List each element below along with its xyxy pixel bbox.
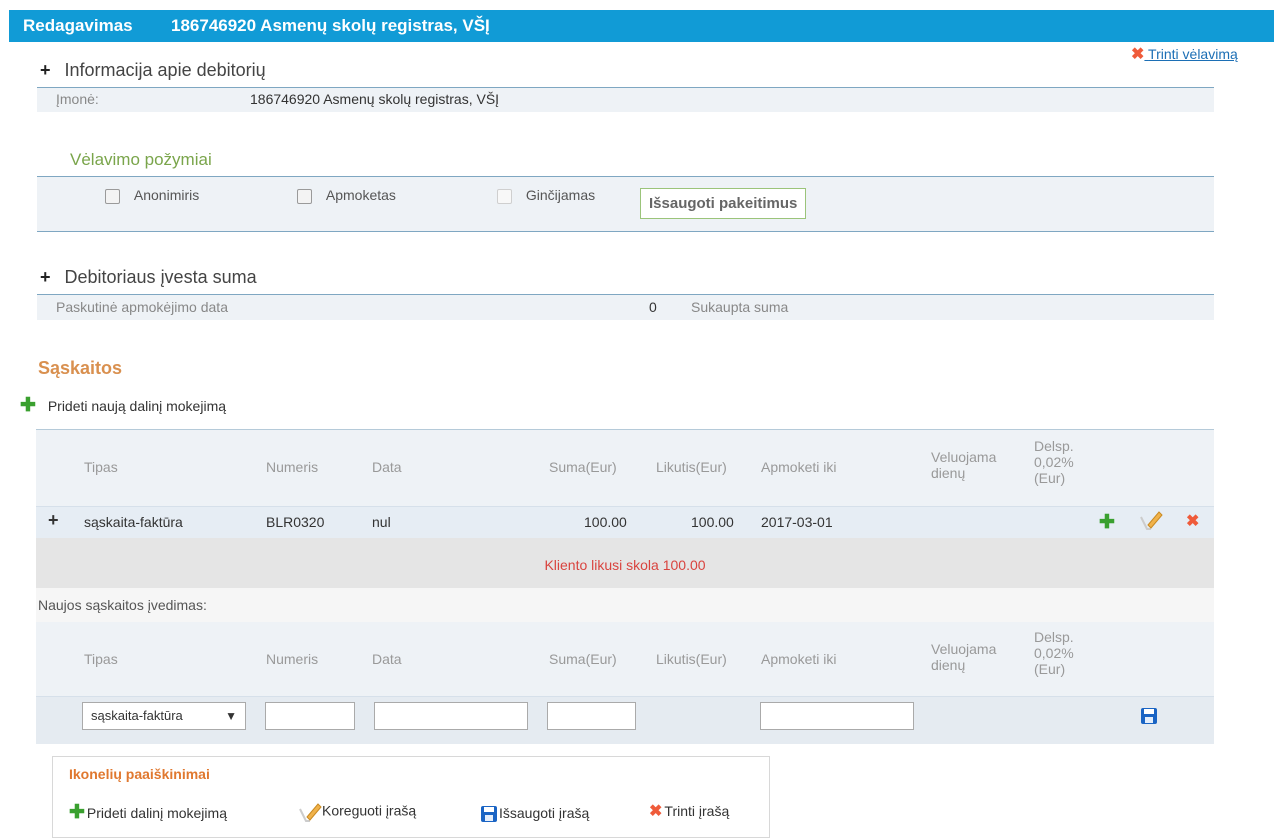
client-debt-text: Kliento likusi skola 100.00 bbox=[544, 557, 706, 573]
new-col-type: Tipas bbox=[84, 651, 118, 667]
new-type-selected: sąskaita-faktūra bbox=[91, 708, 183, 723]
divider bbox=[37, 231, 1214, 232]
legend-title: Ikonelių paaiškinimai bbox=[69, 766, 210, 782]
col-late-days: Veluojama dienų bbox=[931, 449, 996, 481]
legend-edit-label: Koreguoti įrašą bbox=[322, 802, 417, 819]
new-col-number: Numeris bbox=[266, 651, 319, 667]
new-col-pay-by: Apmoketi iki bbox=[761, 651, 837, 667]
legend-edit: Koreguoti įrašą bbox=[298, 801, 416, 823]
col-late-days-line2: dienų bbox=[931, 465, 966, 481]
new-col-late-days: Veluojama dienų bbox=[931, 641, 996, 673]
add-icon: ✚ bbox=[69, 802, 85, 823]
col-delay-line3: (Eur) bbox=[1034, 470, 1066, 486]
edit-mode-label: Redagavimas bbox=[23, 16, 133, 35]
col-sum: Suma(Eur) bbox=[549, 459, 617, 475]
delete-delay-label[interactable]: Trinti vėlavimą bbox=[1148, 46, 1238, 62]
row-type: sąskaita-faktūra bbox=[84, 514, 183, 530]
anonymous-label: Anonimiris bbox=[133, 187, 200, 203]
new-invoice-row bbox=[36, 588, 1214, 622]
legend-add-label: Prideti dalinį mokejimą bbox=[86, 805, 227, 821]
icon-legend: Ikonelių paaiškinimai ✚ Prideti dalinį mo… bbox=[52, 756, 770, 838]
debtor-sum-heading[interactable]: + Debitoriaus įvesta suma bbox=[40, 267, 257, 288]
legend-save-label: Išsaugoti įrašą bbox=[499, 805, 590, 821]
page-title: 186746920 Asmenų skolų registras, VŠĮ bbox=[171, 16, 490, 35]
anonymous-checkbox-group[interactable]: Anonimiris bbox=[105, 187, 199, 204]
disputed-label: Ginčijamas bbox=[525, 187, 596, 203]
debtor-info-heading[interactable]: + Informacija apie debitorių bbox=[40, 60, 266, 81]
new-sum-input[interactable] bbox=[547, 702, 636, 730]
new-col-delay-line2: 0,02% bbox=[1034, 645, 1074, 661]
paid-label: Apmoketas bbox=[325, 187, 396, 203]
title-bar: Redagavimas 186746920 Asmenų skolų regis… bbox=[9, 10, 1274, 42]
new-col-delay-line1: Delsp. bbox=[1034, 629, 1074, 645]
delay-flags-panel bbox=[37, 177, 1214, 231]
col-delay: Delsp. 0,02% (Eur) bbox=[1034, 438, 1074, 486]
col-date: Data bbox=[372, 459, 402, 475]
add-partial-payment-label[interactable]: Prideti naują dalinį mokejimą bbox=[48, 398, 226, 414]
paid-checkbox[interactable] bbox=[297, 188, 312, 204]
col-type: Tipas bbox=[84, 459, 118, 475]
delete-icon: ✖ bbox=[1131, 46, 1145, 63]
save-changes-button[interactable]: Išsaugoti pakeitimus bbox=[640, 188, 807, 219]
col-delay-line2: 0,02% bbox=[1034, 454, 1074, 470]
accumulated-sum-label: Sukaupta suma bbox=[691, 299, 789, 315]
new-col-date: Data bbox=[372, 651, 402, 667]
save-icon[interactable] bbox=[1141, 708, 1157, 724]
legend-delete-label: Trinti įrašą bbox=[664, 803, 730, 819]
invoices-title: Sąskaitos bbox=[38, 358, 123, 378]
company-label: Įmonė: bbox=[56, 91, 99, 107]
legend-add: ✚ Prideti dalinį mokejimą bbox=[69, 802, 227, 823]
col-number: Numeris bbox=[266, 459, 319, 475]
col-remaining: Likutis(Eur) bbox=[656, 459, 727, 475]
company-value: 186746920 Asmenų skolų registras, VŠĮ bbox=[250, 91, 500, 107]
expand-icon[interactable]: + bbox=[40, 60, 51, 80]
edit-icon[interactable] bbox=[1139, 509, 1163, 534]
paid-checkbox-group[interactable]: Apmoketas bbox=[297, 187, 396, 204]
row-sum: 100.00 bbox=[584, 514, 627, 530]
col-pay-by: Apmoketi iki bbox=[761, 459, 837, 475]
new-number-input[interactable] bbox=[265, 702, 355, 730]
new-date-input[interactable] bbox=[374, 702, 528, 730]
new-col-delay-line3: (Eur) bbox=[1034, 661, 1066, 677]
disputed-checkbox bbox=[497, 188, 512, 204]
edit-icon bbox=[299, 803, 322, 822]
new-col-late-days-line1: Veluojama bbox=[931, 641, 997, 657]
col-delay-line1: Delsp. bbox=[1034, 438, 1074, 454]
row-date: nul bbox=[372, 514, 391, 530]
add-icon: ✚ bbox=[20, 395, 36, 416]
delete-icon: ✖ bbox=[649, 803, 663, 820]
debtor-info-title: Informacija apie debitorių bbox=[64, 60, 266, 80]
last-payment-label: Paskutinė apmokėjimo data bbox=[56, 299, 228, 315]
new-col-sum: Suma(Eur) bbox=[549, 651, 617, 667]
new-invoice-label: Naujos sąskaitos įvedimas: bbox=[38, 597, 207, 613]
col-late-days-line1: Veluojama bbox=[931, 449, 997, 465]
delay-flags-title: Vėlavimo požymiai bbox=[70, 150, 212, 169]
anonymous-checkbox[interactable] bbox=[105, 188, 120, 204]
add-payment-icon[interactable]: ✚ bbox=[1099, 513, 1115, 532]
new-col-remaining: Likutis(Eur) bbox=[656, 651, 727, 667]
row-pay-by: 2017-03-01 bbox=[761, 514, 833, 530]
new-type-select[interactable]: sąskaita-faktūra ▼ bbox=[82, 702, 246, 730]
new-col-late-days-line2: dienų bbox=[931, 657, 966, 673]
new-pay-by-input[interactable] bbox=[760, 702, 914, 730]
invoices-table: Tipas Numeris Data Suma(Eur) Likutis(Eur… bbox=[36, 429, 1214, 744]
last-payment-value: 0 bbox=[649, 299, 657, 315]
legend-save: Išsaugoti įrašą bbox=[481, 805, 590, 823]
chevron-down-icon: ▼ bbox=[225, 709, 237, 723]
row-number: BLR0320 bbox=[266, 514, 325, 530]
debtor-sum-title: Debitoriaus įvesta suma bbox=[64, 267, 257, 287]
row-remaining: 100.00 bbox=[691, 514, 734, 530]
expand-icon[interactable]: + bbox=[40, 267, 51, 287]
save-icon bbox=[481, 806, 497, 823]
delete-row-icon[interactable]: ✖ bbox=[1186, 514, 1199, 530]
disputed-checkbox-group: Ginčijamas bbox=[497, 187, 595, 204]
new-col-delay: Delsp. 0,02% (Eur) bbox=[1034, 629, 1074, 677]
delete-delay-link[interactable]: ✖ Trinti vėlavimą bbox=[1131, 46, 1238, 63]
legend-delete: ✖ Trinti įrašą bbox=[649, 803, 730, 820]
row-expand-icon[interactable]: + bbox=[48, 510, 59, 531]
add-partial-payment-link[interactable]: ✚ Prideti naują dalinį mokejimą bbox=[20, 395, 226, 416]
company-row bbox=[37, 88, 1214, 112]
